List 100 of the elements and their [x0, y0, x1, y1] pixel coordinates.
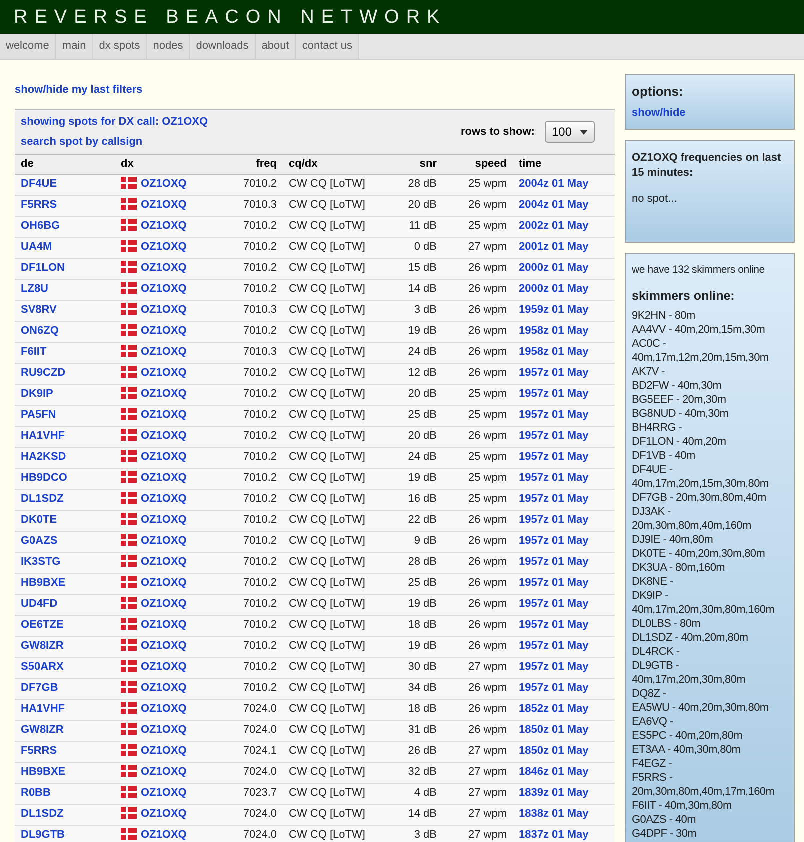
- spotter-link[interactable]: HA1VHF: [21, 430, 66, 442]
- show-hide-link[interactable]: show/hide: [632, 104, 788, 121]
- spotter-link[interactable]: PA5FN: [21, 409, 56, 422]
- dx-callsign-link[interactable]: OZ1OXQ: [141, 302, 187, 319]
- time-link[interactable]: 2000z 01 May: [519, 283, 589, 296]
- dx-callsign-link[interactable]: OZ1OXQ: [141, 281, 187, 298]
- spotter-link[interactable]: OH6BG: [21, 220, 60, 232]
- spotter-link[interactable]: HA1VHF: [21, 703, 66, 716]
- time-link[interactable]: 1957z 01 May: [519, 577, 589, 590]
- dx-callsign-link[interactable]: OZ1OXQ: [141, 827, 187, 842]
- spotter-link[interactable]: DF1LON: [21, 262, 65, 274]
- time-link[interactable]: 1957z 01 May: [519, 493, 589, 506]
- spotter-link[interactable]: F5RRS: [21, 199, 58, 212]
- spotter-link[interactable]: UA4M: [21, 241, 52, 254]
- dx-callsign-link[interactable]: OZ1OXQ: [141, 512, 187, 529]
- dx-callsign-link[interactable]: OZ1OXQ: [141, 197, 187, 214]
- spotter-link[interactable]: DL1SDZ: [21, 808, 64, 820]
- dx-callsign-link[interactable]: OZ1OXQ: [141, 491, 187, 508]
- nav-tab[interactable]: contact us: [296, 34, 360, 59]
- dx-callsign-link[interactable]: OZ1OXQ: [141, 449, 187, 466]
- spotter-link[interactable]: GW8IZR: [21, 724, 64, 736]
- dx-callsign-link[interactable]: OZ1OXQ: [141, 722, 187, 739]
- dx-callsign-link[interactable]: OZ1OXQ: [141, 260, 187, 277]
- spotter-link[interactable]: ON6ZQ: [21, 325, 59, 338]
- time-link[interactable]: 1839z 01 May: [519, 787, 589, 800]
- dx-callsign-link[interactable]: OZ1OXQ: [141, 239, 187, 256]
- dx-callsign-link[interactable]: OZ1OXQ: [141, 617, 187, 634]
- dx-callsign-link[interactable]: OZ1OXQ: [141, 680, 187, 697]
- nav-tab[interactable]: nodes: [147, 34, 190, 59]
- spotter-link[interactable]: SV8RV: [21, 304, 57, 316]
- time-link[interactable]: 1957z 01 May: [519, 556, 589, 568]
- dx-callsign-link[interactable]: OZ1OXQ: [141, 365, 187, 382]
- dx-callsign-link[interactable]: OZ1OXQ: [141, 554, 187, 571]
- search-callsign-link[interactable]: search spot by callsign: [21, 134, 208, 150]
- time-link[interactable]: 1837z 01 May: [519, 829, 589, 842]
- dx-callsign-link[interactable]: OZ1OXQ: [141, 386, 187, 403]
- time-link[interactable]: 1957z 01 May: [519, 472, 589, 484]
- time-link[interactable]: 1957z 01 May: [519, 661, 589, 674]
- spotter-link[interactable]: S50ARX: [21, 661, 64, 674]
- spotter-link[interactable]: IK3STG: [21, 556, 61, 568]
- dx-callsign-link[interactable]: OZ1OXQ: [141, 701, 187, 718]
- dx-callsign-link[interactable]: OZ1OXQ: [141, 743, 187, 760]
- spotter-link[interactable]: R0BB: [21, 787, 51, 800]
- nav-tab[interactable]: main: [56, 34, 94, 59]
- time-link[interactable]: 1957z 01 May: [519, 409, 589, 422]
- nav-tab[interactable]: downloads: [190, 34, 256, 59]
- time-link[interactable]: 1957z 01 May: [519, 682, 589, 694]
- dx-callsign-link[interactable]: OZ1OXQ: [141, 218, 187, 235]
- time-link[interactable]: 2004z 01 May: [519, 199, 589, 212]
- spotter-link[interactable]: HB9DCO: [21, 472, 68, 484]
- spotter-link[interactable]: LZ8U: [21, 283, 48, 296]
- time-link[interactable]: 2001z 01 May: [519, 241, 589, 254]
- dx-callsign-link[interactable]: OZ1OXQ: [141, 176, 187, 193]
- dx-callsign-link[interactable]: OZ1OXQ: [141, 533, 187, 550]
- dx-callsign-link[interactable]: OZ1OXQ: [141, 659, 187, 676]
- spotter-link[interactable]: HB9BXE: [21, 577, 66, 590]
- spotter-link[interactable]: DF4UE: [21, 178, 58, 190]
- spotter-link[interactable]: OE6TZE: [21, 619, 64, 632]
- spotter-link[interactable]: F6IIT: [21, 346, 47, 358]
- dx-callsign-link[interactable]: OZ1OXQ: [141, 806, 187, 823]
- dx-callsign-link[interactable]: OZ1OXQ: [141, 323, 187, 340]
- dx-callsign-link[interactable]: OZ1OXQ: [141, 407, 187, 424]
- dx-callsign-link[interactable]: OZ1OXQ: [141, 785, 187, 802]
- time-link[interactable]: 1852z 01 May: [519, 703, 589, 716]
- spotter-link[interactable]: DK0TE: [21, 514, 58, 526]
- time-link[interactable]: 1957z 01 May: [519, 451, 589, 464]
- time-link[interactable]: 1850z 01 May: [519, 724, 589, 736]
- dx-callsign-link[interactable]: OZ1OXQ: [141, 638, 187, 655]
- spotter-link[interactable]: DL1SDZ: [21, 493, 64, 506]
- time-link[interactable]: 2004z 01 May: [519, 178, 589, 190]
- dx-callsign-link[interactable]: OZ1OXQ: [141, 344, 187, 361]
- nav-tab[interactable]: dx spots: [93, 34, 148, 59]
- time-link[interactable]: 1958z 01 May: [519, 325, 589, 338]
- spotter-link[interactable]: GW8IZR: [21, 640, 64, 652]
- time-link[interactable]: 1958z 01 May: [519, 346, 589, 358]
- spotter-link[interactable]: UD4FD: [21, 598, 58, 610]
- spotter-link[interactable]: DL9GTB: [21, 829, 65, 842]
- time-link[interactable]: 1959z 01 May: [519, 304, 589, 316]
- filters-link[interactable]: show/hide my last filters: [15, 82, 615, 98]
- spotter-link[interactable]: HA2KSD: [21, 451, 66, 464]
- dx-callsign-link[interactable]: OZ1OXQ: [141, 596, 187, 613]
- nav-tab[interactable]: about: [256, 34, 296, 59]
- spotter-link[interactable]: DF7GB: [21, 682, 58, 694]
- time-link[interactable]: 1957z 01 May: [519, 514, 589, 526]
- showing-spots-link[interactable]: showing spots for DX call: OZ1OXQ: [21, 114, 208, 130]
- time-link[interactable]: 1957z 01 May: [519, 535, 589, 548]
- rows-select[interactable]: 100: [544, 121, 595, 143]
- time-link[interactable]: 1957z 01 May: [519, 388, 589, 400]
- time-link[interactable]: 1957z 01 May: [519, 430, 589, 442]
- spotter-link[interactable]: DK9IP: [21, 388, 54, 400]
- spotter-link[interactable]: F5RRS: [21, 745, 58, 758]
- nav-tab[interactable]: welcome: [0, 34, 56, 59]
- time-link[interactable]: 1957z 01 May: [519, 619, 589, 632]
- time-link[interactable]: 1957z 01 May: [519, 367, 589, 380]
- dx-callsign-link[interactable]: OZ1OXQ: [141, 575, 187, 592]
- time-link[interactable]: 1846z 01 May: [519, 766, 589, 778]
- spotter-link[interactable]: HB9BXE: [21, 766, 66, 778]
- time-link[interactable]: 1850z 01 May: [519, 745, 589, 758]
- time-link[interactable]: 2000z 01 May: [519, 262, 589, 274]
- dx-callsign-link[interactable]: OZ1OXQ: [141, 428, 187, 445]
